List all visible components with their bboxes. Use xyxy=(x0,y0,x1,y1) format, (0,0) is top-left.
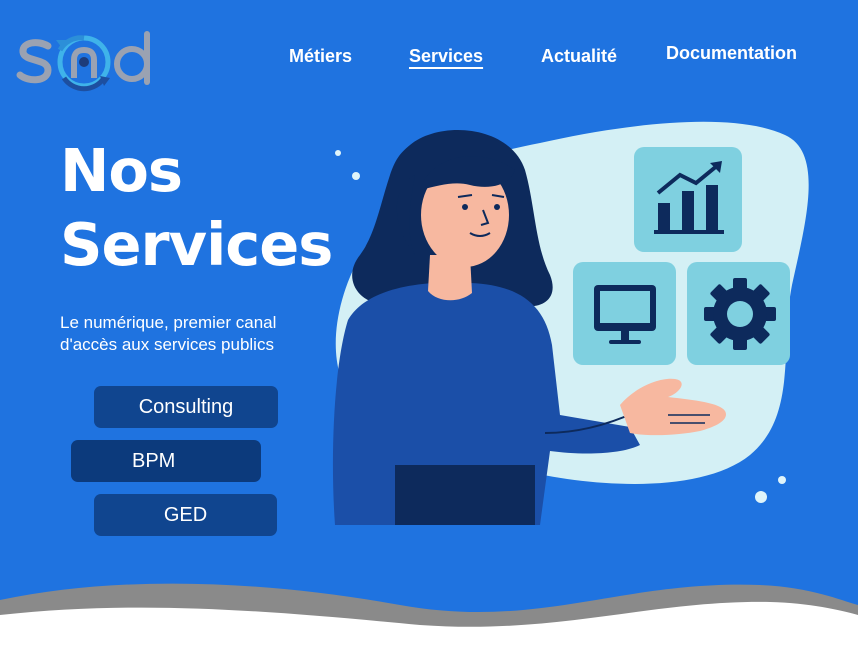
page-title: Nos Services xyxy=(60,134,333,282)
nav-item-actualite[interactable]: Actualité xyxy=(541,46,617,67)
ged-button[interactable]: GED xyxy=(94,494,277,536)
page-subtitle-line2: d'accès aux services publics xyxy=(60,335,274,354)
hero-section: snd Métiers Services Actualité Documenta… xyxy=(0,0,858,651)
nav-item-documentation[interactable]: Documentation xyxy=(666,43,797,64)
decor-dot xyxy=(755,491,767,503)
woman-pants xyxy=(395,465,535,525)
page-title-line2: Services xyxy=(60,210,333,279)
gear-icon xyxy=(704,278,776,350)
bottom-waves xyxy=(0,583,858,651)
nav-item-services[interactable]: Services xyxy=(409,46,483,67)
consulting-button[interactable]: Consulting xyxy=(94,386,278,428)
bpm-button[interactable]: BPM xyxy=(71,440,261,482)
page-subtitle-line1: Le numérique, premier canal xyxy=(60,313,277,332)
snd-logo[interactable]: snd xyxy=(14,20,164,100)
page-subtitle: Le numérique, premier canal d'accès aux … xyxy=(60,312,320,356)
decor-dot xyxy=(778,476,786,484)
nav-item-metiers[interactable]: Métiers xyxy=(289,46,352,67)
decor-dot xyxy=(352,172,360,180)
page-title-line1: Nos xyxy=(60,136,183,205)
decor-dot xyxy=(335,150,341,156)
hero-illustration xyxy=(332,121,809,525)
